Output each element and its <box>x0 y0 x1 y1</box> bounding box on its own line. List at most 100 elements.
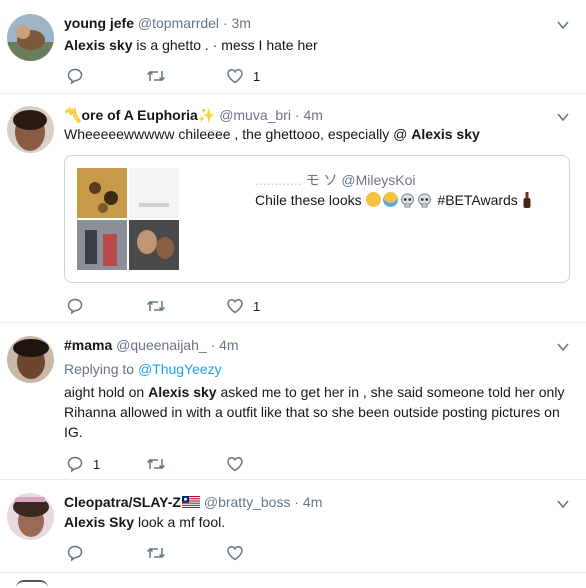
quoted-header: ............ モ ソ @MileysKoi <box>255 170 415 190</box>
bottle-emoji <box>523 192 531 208</box>
tweet-text-line: Rihanna allowed in with a outfit like th… <box>64 404 560 420</box>
hashtag-link[interactable]: #BETAwards <box>437 192 517 208</box>
reply-button[interactable] <box>66 543 84 563</box>
replying-to-handle[interactable]: @ThugYeezy <box>138 361 222 377</box>
heart-icon <box>227 457 243 472</box>
tweet-header: #mama @queenaijah_ · 4m <box>64 336 239 354</box>
author-handle[interactable]: @queenaijah_ <box>116 337 207 353</box>
tweet-header: 〽️ore of A Euphoria✨ @muva_bri · 4m <box>64 106 323 124</box>
tweet-text-body: is a ghetto . · mess I hate her <box>132 37 318 53</box>
loudly-crying-face-emoji <box>382 192 398 207</box>
quoted-tweet[interactable]: ............ モ ソ @MileysKoi Chile these … <box>64 155 570 283</box>
replying-to-label: Replying to <box>64 361 135 377</box>
retweet-button[interactable] <box>146 66 166 86</box>
timestamp[interactable]: 4m <box>303 494 322 510</box>
replying-to: Replying to @ThugYeezy <box>64 360 222 378</box>
tweet-text: aight hold on Alexis sky asked me to get… <box>64 382 568 442</box>
author-handle[interactable]: @bratty_boss <box>204 494 291 510</box>
tweet-text-body: Wheeeeewwwww chileeee , the ghettooo, es… <box>64 126 412 142</box>
reply-count: 1 <box>93 456 101 472</box>
retweet-button[interactable] <box>146 296 166 316</box>
retweet-icon <box>146 70 166 82</box>
separator-dot: · <box>294 494 300 510</box>
tweet-text-body: aight hold on <box>64 384 149 400</box>
tweet[interactable]: 〽️ore of A Euphoria✨ @muva_bri · 4m Whee… <box>0 94 586 323</box>
separator-dot: · <box>222 15 228 31</box>
tweet[interactable]: #mama @queenaijah_ · 4m Replying to @Thu… <box>0 323 586 480</box>
quoted-image-2[interactable] <box>129 168 179 218</box>
retweet-button[interactable] <box>146 454 166 474</box>
liberia-flag-emoji <box>181 496 200 508</box>
reply-button[interactable] <box>66 66 84 86</box>
quoted-author-handle[interactable]: @MileysKoi <box>341 172 415 188</box>
reply-icon <box>67 298 83 315</box>
avatar[interactable] <box>7 493 54 540</box>
reply-icon <box>67 545 83 562</box>
quoted-image-1[interactable] <box>77 168 127 218</box>
reply-icon <box>67 68 83 85</box>
avatar[interactable] <box>7 336 54 383</box>
reply-button[interactable] <box>66 296 84 316</box>
author-handle[interactable]: @topmarrdel <box>138 15 219 31</box>
tweet-text-line: IG. <box>64 424 83 440</box>
chevron-down-icon[interactable] <box>556 110 570 124</box>
author-name-text: ore of A Euphoria <box>81 107 198 123</box>
next-tweet-avatar[interactable] <box>16 580 48 588</box>
skull-emoji <box>400 193 414 208</box>
author-handle[interactable]: @muva_bri <box>219 107 291 123</box>
tweet-text-line: aight hold on Alexis sky asked me to get… <box>64 382 568 402</box>
timestamp[interactable]: 3m <box>232 15 251 31</box>
mention-text: Alexis sky <box>411 126 480 142</box>
chevron-down-icon[interactable] <box>556 497 570 511</box>
part-alternation-mark-emoji: 〽️ <box>64 107 82 123</box>
retweet-icon <box>146 300 166 312</box>
retweet-icon <box>146 458 166 470</box>
chevron-down-icon[interactable] <box>556 18 570 32</box>
quoted-author-name-suffix: モ ソ <box>305 172 338 188</box>
author-name[interactable]: Cleopatra/SLAY-Z <box>64 494 181 510</box>
tweet-actions: 1 <box>64 454 264 474</box>
tweet-actions <box>64 543 264 563</box>
author-name[interactable]: young jefe <box>64 15 134 31</box>
tweet[interactable]: young jefe @topmarrdel · 3m Alexis sky i… <box>0 0 586 94</box>
separator-dot: · <box>294 107 300 123</box>
like-button[interactable]: 1 <box>226 296 260 316</box>
sparkles-emoji: ✨ <box>197 107 216 123</box>
retweet-button[interactable] <box>146 543 166 563</box>
avatar[interactable] <box>7 106 54 153</box>
tweet-header: Cleopatra/SLAY-Z @bratty_boss · 4m <box>64 493 322 511</box>
timeline: young jefe @topmarrdel · 3m Alexis sky i… <box>0 0 586 586</box>
chevron-down-icon[interactable] <box>556 340 570 354</box>
timestamp[interactable]: 4m <box>219 337 238 353</box>
author-name[interactable]: 〽️ore of A Euphoria✨ <box>64 107 215 123</box>
tweet-actions: 1 <box>64 296 264 316</box>
tweet[interactable]: Cleopatra/SLAY-Z @bratty_boss · 4m Alexi… <box>0 480 586 573</box>
heart-icon <box>227 546 243 561</box>
tweet-text: Wheeeeewwwww chileeee , the ghettooo, es… <box>64 124 568 144</box>
quoted-image-4[interactable] <box>129 220 179 270</box>
quoted-text-body: Chile these looks <box>255 192 362 208</box>
like-button[interactable]: 1 <box>226 66 260 86</box>
heart-icon <box>227 299 243 314</box>
retweet-icon <box>146 547 166 559</box>
quoted-image-3[interactable] <box>77 220 127 270</box>
avatar[interactable] <box>7 14 54 61</box>
like-button[interactable] <box>226 543 244 563</box>
tweet-actions: 1 <box>64 66 264 86</box>
tired-face-emoji <box>365 192 381 207</box>
timestamp[interactable]: 4m <box>303 107 322 123</box>
mention-text: Alexis sky <box>64 37 133 53</box>
reply-icon <box>67 456 83 473</box>
mention-text: Alexis sky <box>148 384 217 400</box>
tweet-header: young jefe @topmarrdel · 3m <box>64 14 251 32</box>
like-button[interactable] <box>226 454 244 474</box>
mention-text: Alexis Sky <box>64 514 135 530</box>
reply-button[interactable]: 1 <box>66 454 100 474</box>
tweet-text: Alexis Sky look a mf fool. <box>64 512 568 532</box>
quoted-author-name[interactable]: ............ <box>255 172 306 188</box>
tweet-text-body: look a mf fool. <box>134 514 226 530</box>
tweet-text-body: asked me to get her in , she said someon… <box>216 384 565 400</box>
author-name[interactable]: #mama <box>64 337 112 353</box>
separator-dot: · <box>210 337 216 353</box>
skull-emoji <box>417 193 431 208</box>
